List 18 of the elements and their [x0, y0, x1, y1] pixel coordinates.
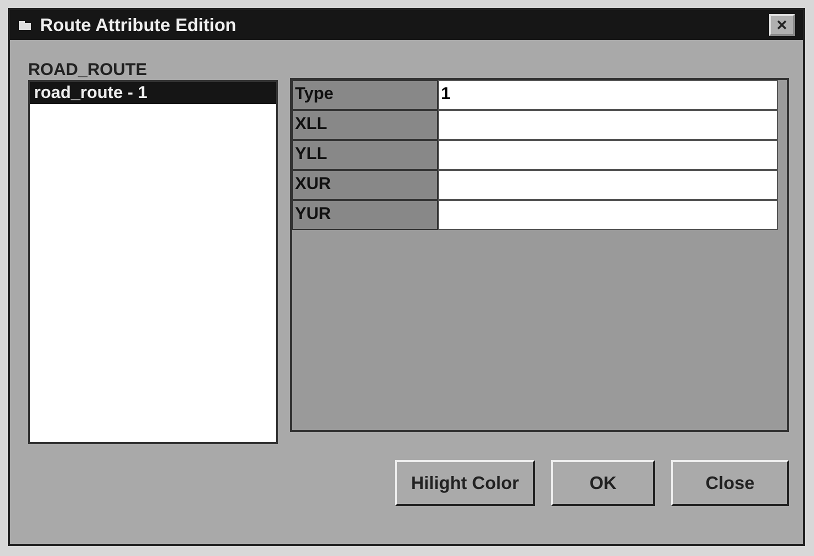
dialog-button[interactable]: OK [551, 460, 655, 506]
dialog-button[interactable]: Hilight Color [395, 460, 535, 506]
dialog-button[interactable]: Close [671, 460, 789, 506]
app-icon [18, 18, 32, 32]
attribute-value[interactable] [438, 200, 778, 230]
attribute-name: Type [292, 80, 438, 110]
attribute-value[interactable] [438, 140, 778, 170]
list-label: ROAD_ROUTE [28, 60, 148, 80]
list-item[interactable]: road_route - 1 [30, 82, 276, 104]
window-title: Route Attribute Edition [40, 14, 238, 36]
attribute-value[interactable]: 1 [438, 80, 778, 110]
attribute-name: YUR [292, 200, 438, 230]
attribute-name: XLL [292, 110, 438, 140]
attribute-value[interactable] [438, 170, 778, 200]
close-button[interactable]: ✕ [769, 14, 795, 36]
attribute-value[interactable] [438, 110, 778, 140]
attribute-name: YLL [292, 140, 438, 170]
attribute-name: XUR [292, 170, 438, 200]
